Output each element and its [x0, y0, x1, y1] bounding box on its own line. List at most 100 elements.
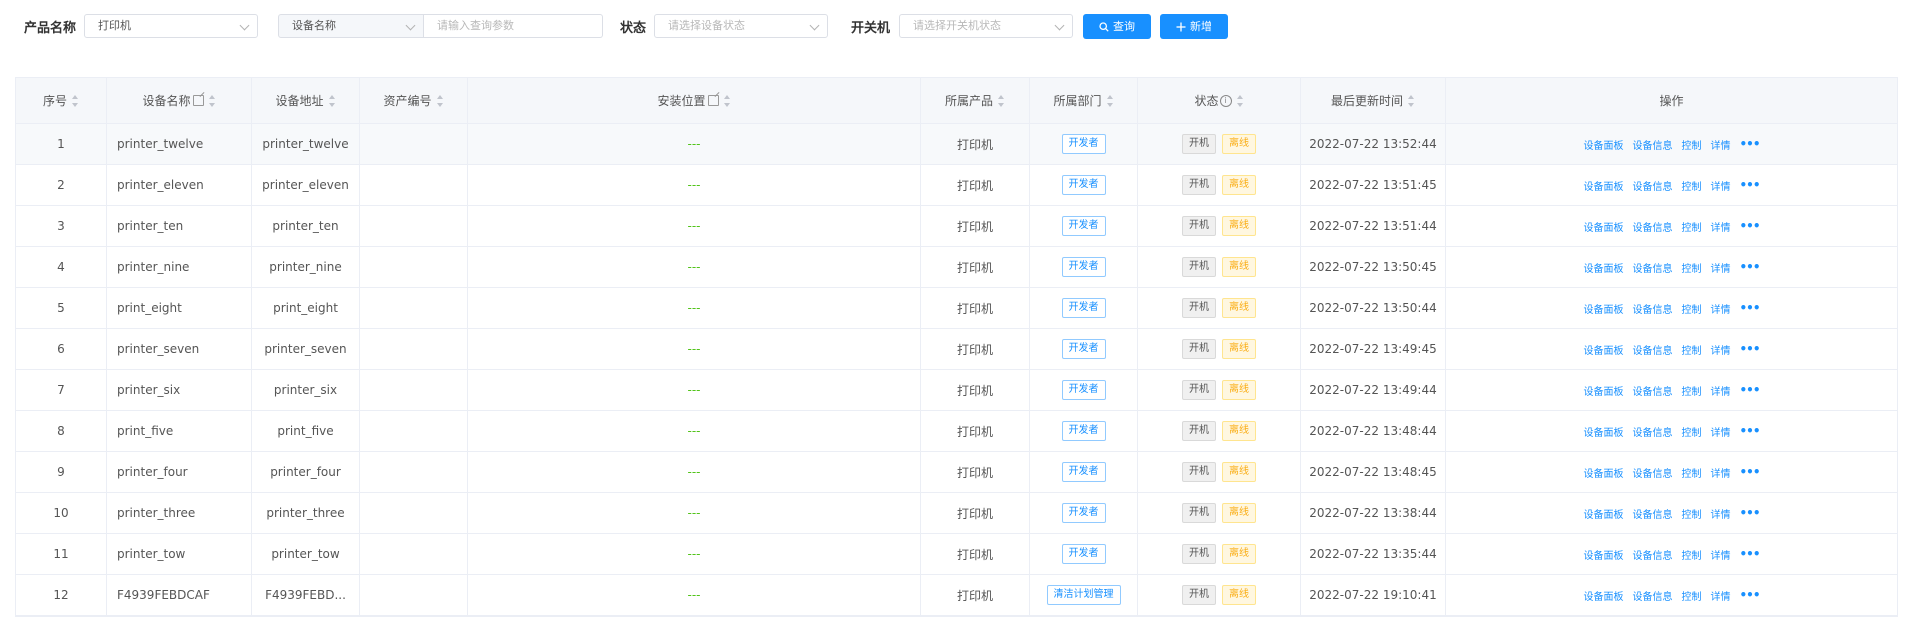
sort-icon[interactable]	[208, 94, 216, 107]
device-info-link[interactable]: 设备信息	[1632, 178, 1672, 193]
control-link[interactable]: 控制	[1681, 506, 1701, 521]
device-info-link[interactable]: 设备信息	[1632, 547, 1672, 562]
cell-device-address-text: F4939FEBD...	[265, 588, 346, 602]
sort-icon[interactable]	[1106, 94, 1114, 107]
more-icon[interactable]: •••	[1739, 383, 1760, 397]
device-info-link[interactable]: 设备信息	[1632, 383, 1672, 398]
table-row: 8 print_five print_five --- 打印机 开发者 开机 离线 2022-0…	[16, 411, 1897, 452]
online-status-tag: 离线	[1222, 339, 1256, 359]
col-header-index[interactable]: 序号	[16, 78, 107, 123]
device-info-link[interactable]: 设备信息	[1632, 137, 1672, 152]
detail-link[interactable]: 详情	[1710, 424, 1730, 439]
control-link[interactable]: 控制	[1681, 424, 1701, 439]
control-link[interactable]: 控制	[1681, 342, 1701, 357]
device-info-link[interactable]: 设备信息	[1632, 588, 1672, 603]
sort-icon[interactable]	[72, 94, 79, 107]
more-icon[interactable]: •••	[1739, 219, 1760, 233]
device-info-link[interactable]: 设备信息	[1632, 301, 1672, 316]
more-icon[interactable]: •••	[1739, 465, 1760, 479]
device-info-link[interactable]: 设备信息	[1632, 465, 1672, 480]
cell-index-text: 4	[57, 260, 65, 274]
detail-link[interactable]: 详情	[1710, 260, 1730, 275]
device-panel-link[interactable]: 设备面板	[1583, 547, 1623, 562]
sort-icon[interactable]	[998, 94, 1005, 107]
more-icon[interactable]: •••	[1739, 178, 1760, 192]
detail-link[interactable]: 详情	[1710, 137, 1730, 152]
cell-last-update: 2022-07-22 13:38:44	[1301, 493, 1446, 533]
status-select[interactable]: 请选择设备状态	[654, 14, 828, 38]
more-icon[interactable]: •••	[1739, 424, 1760, 438]
cell-product: 打印机	[921, 452, 1030, 492]
device-panel-link[interactable]: 设备面板	[1583, 137, 1623, 152]
query-button[interactable]: 查询	[1083, 14, 1151, 39]
device-info-link[interactable]: 设备信息	[1632, 424, 1672, 439]
detail-link[interactable]: 详情	[1710, 383, 1730, 398]
add-button[interactable]: 新增	[1160, 14, 1228, 39]
col-header-last-update[interactable]: 最后更新时间	[1301, 78, 1446, 123]
more-icon[interactable]: •••	[1739, 506, 1760, 520]
cell-device-address: printer_six	[252, 370, 360, 410]
detail-link[interactable]: 详情	[1710, 588, 1730, 603]
control-link[interactable]: 控制	[1681, 465, 1701, 480]
col-header-install-location[interactable]: 安装位置	[468, 78, 921, 123]
device-info-link[interactable]: 设备信息	[1632, 219, 1672, 234]
query-field-select[interactable]: 设备名称	[278, 14, 424, 38]
detail-link[interactable]: 详情	[1710, 301, 1730, 316]
col-header-status[interactable]: 状态 i	[1138, 78, 1301, 123]
control-link[interactable]: 控制	[1681, 588, 1701, 603]
last-update-text: 2022-07-22 13:50:44	[1309, 301, 1437, 315]
device-panel-link[interactable]: 设备面板	[1583, 588, 1623, 603]
device-panel-link[interactable]: 设备面板	[1583, 383, 1623, 398]
sort-icon[interactable]	[723, 94, 731, 107]
device-info-link[interactable]: 设备信息	[1632, 506, 1672, 521]
device-panel-link[interactable]: 设备面板	[1583, 342, 1623, 357]
detail-link[interactable]: 详情	[1710, 178, 1730, 193]
more-icon[interactable]: •••	[1739, 301, 1760, 315]
sort-icon[interactable]	[1236, 94, 1244, 107]
device-panel-link[interactable]: 设备面板	[1583, 219, 1623, 234]
sort-icon[interactable]	[328, 94, 336, 107]
device-panel-link[interactable]: 设备面板	[1583, 465, 1623, 480]
online-status-tag: 离线	[1222, 421, 1256, 441]
detail-link[interactable]: 详情	[1710, 547, 1730, 562]
product-select[interactable]: 打印机	[84, 14, 258, 38]
sort-icon[interactable]	[1408, 94, 1415, 107]
cell-asset-number	[360, 411, 468, 451]
query-input[interactable]: 请输入查询参数	[424, 14, 603, 38]
more-icon[interactable]: •••	[1739, 260, 1760, 274]
col-header-department[interactable]: 所属部门	[1030, 78, 1138, 123]
detail-link[interactable]: 详情	[1710, 342, 1730, 357]
device-panel-link[interactable]: 设备面板	[1583, 506, 1623, 521]
control-link[interactable]: 控制	[1681, 178, 1701, 193]
more-icon[interactable]: •••	[1739, 588, 1760, 602]
col-header-device-name[interactable]: 设备名称	[107, 78, 252, 123]
cell-last-update: 2022-07-22 13:51:45	[1301, 165, 1446, 205]
cell-device-address: printer_nine	[252, 247, 360, 287]
detail-link[interactable]: 详情	[1710, 506, 1730, 521]
more-icon[interactable]: •••	[1739, 137, 1760, 151]
detail-link[interactable]: 详情	[1710, 219, 1730, 234]
device-panel-link[interactable]: 设备面板	[1583, 301, 1623, 316]
col-header-label: 操作	[1659, 94, 1684, 108]
device-panel-link[interactable]: 设备面板	[1583, 178, 1623, 193]
col-header-device-address[interactable]: 设备地址	[252, 78, 360, 123]
device-info-link[interactable]: 设备信息	[1632, 260, 1672, 275]
device-panel-link[interactable]: 设备面板	[1583, 260, 1623, 275]
more-icon[interactable]: •••	[1739, 547, 1760, 561]
detail-link[interactable]: 详情	[1710, 465, 1730, 480]
col-header-asset-number[interactable]: 资产编号	[360, 78, 468, 123]
sort-icon[interactable]	[436, 94, 444, 107]
device-info-link[interactable]: 设备信息	[1632, 342, 1672, 357]
control-link[interactable]: 控制	[1681, 219, 1701, 234]
control-link[interactable]: 控制	[1681, 301, 1701, 316]
online-status-tag: 离线	[1222, 462, 1256, 482]
cell-product: 打印机	[921, 247, 1030, 287]
control-link[interactable]: 控制	[1681, 547, 1701, 562]
control-link[interactable]: 控制	[1681, 137, 1701, 152]
device-panel-link[interactable]: 设备面板	[1583, 424, 1623, 439]
col-header-product[interactable]: 所属产品	[921, 78, 1030, 123]
more-icon[interactable]: •••	[1739, 342, 1760, 356]
control-link[interactable]: 控制	[1681, 260, 1701, 275]
control-link[interactable]: 控制	[1681, 383, 1701, 398]
power-select[interactable]: 请选择开关机状态	[899, 14, 1073, 38]
